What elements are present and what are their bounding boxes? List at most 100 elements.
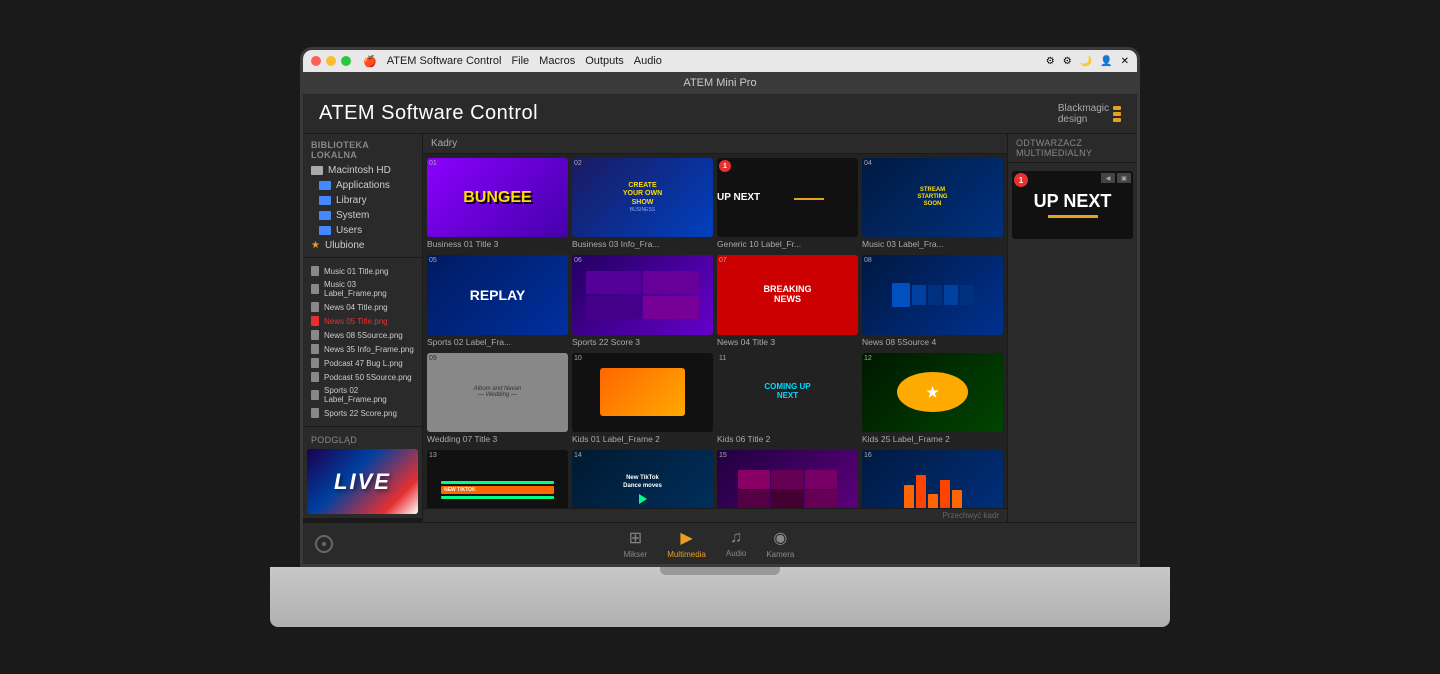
menubar-right-icons: ⚙ ⚙ 🌙 👤 ✕ bbox=[1046, 56, 1129, 67]
toolbar-item-camera[interactable]: ◉ Kamera bbox=[766, 528, 794, 559]
grid-num-7: 08 bbox=[864, 257, 872, 264]
file-icon-0 bbox=[311, 266, 319, 276]
app-title: ATEM Software Control bbox=[319, 102, 538, 125]
file-icon-4 bbox=[311, 330, 319, 340]
sidebar-item-favorites[interactable]: ★ Ulubione bbox=[303, 238, 422, 253]
grid-item-1[interactable]: 02 CREATEYOUR OWNSHOW BUSINESS Business … bbox=[572, 158, 713, 251]
sidebar-file-8[interactable]: Sports 02 Label_Frame.png bbox=[303, 384, 422, 406]
sidebar-item-users[interactable]: Users bbox=[303, 223, 422, 238]
grid-num-0: 01 bbox=[429, 160, 437, 167]
grid-thumb-11: 12 ★ bbox=[862, 353, 1003, 432]
close-button[interactable] bbox=[311, 56, 321, 66]
menubar-outputs[interactable]: Outputs bbox=[585, 55, 624, 68]
right-panel-header: Odtwarzacz multimedialny bbox=[1008, 134, 1137, 163]
grid-num-1: 02 bbox=[574, 160, 582, 167]
ctrl-btn-2[interactable]: ▣ bbox=[1117, 173, 1131, 183]
grid-item-14[interactable]: 15 Podcast 47 Bug L 3 bbox=[717, 450, 858, 508]
grid-item-15[interactable]: 16 Podcast 50 5Source 4 bbox=[862, 450, 1003, 508]
menubar-audio[interactable]: Audio bbox=[634, 55, 662, 68]
ctrl-btn-1[interactable]: ◀ bbox=[1101, 173, 1115, 183]
grid-item-4[interactable]: 05 REPLAY Sports 02 Label_Fra... bbox=[427, 255, 568, 348]
grid-label-0: Business 01 Title 3 bbox=[427, 237, 568, 251]
file-icon-2 bbox=[311, 302, 319, 312]
grid-item-6[interactable]: 07 BREAKINGNEWS News 04 Title 3 bbox=[717, 255, 858, 348]
file-icon-7 bbox=[311, 372, 319, 382]
grid-item-5[interactable]: 06 Sports 22 Score 3 bbox=[572, 255, 713, 348]
grid-num-11: 12 bbox=[864, 355, 872, 362]
grid-label-6: News 04 Title 3 bbox=[717, 335, 858, 349]
sidebar-file-label-8: Sports 02 Label_Frame.png bbox=[324, 386, 414, 404]
grid-badge-2: 1 bbox=[719, 160, 731, 172]
settings-icon[interactable] bbox=[315, 535, 333, 553]
grid-item-3[interactable]: 04 STREAMSTARTINGSOON Music 03 Label_Fra… bbox=[862, 158, 1003, 251]
preview-live-text: LIVE bbox=[334, 469, 391, 495]
sidebar-item-system[interactable]: System bbox=[303, 208, 422, 223]
grid-num-9: 10 bbox=[574, 355, 582, 362]
bungee-text: BUNGEE bbox=[463, 189, 531, 207]
grid-thumb-12: 13 NEW TIKTOK bbox=[427, 450, 568, 508]
sidebar-file-label-5: News 35 Info_Frame.png bbox=[324, 345, 414, 354]
sidebar-file-label-4: News 08 5Source.png bbox=[324, 331, 403, 340]
minimize-button[interactable] bbox=[326, 56, 336, 66]
grid-item-10[interactable]: 11 COMING UPNEXT Kids 06 Title 2 bbox=[717, 353, 858, 446]
grid-thumb-6: 07 BREAKINGNEWS bbox=[717, 255, 858, 334]
file-icon-3 bbox=[311, 316, 319, 326]
bm-icon bbox=[1113, 106, 1121, 122]
folder-icon-lib bbox=[319, 196, 331, 205]
menubar-icon2: ⚙ bbox=[1063, 56, 1072, 67]
create-sub: BUSINESS bbox=[630, 207, 655, 213]
media-grid: 01 BUNGEE Business 01 Title 3 02 CREATEY… bbox=[423, 154, 1007, 508]
menubar-icon3: 🌙 bbox=[1080, 56, 1092, 67]
grid-thumb-2: 1 UP NEXT bbox=[717, 158, 858, 237]
sidebar-file-3[interactable]: News 05 Title.png bbox=[303, 314, 422, 328]
toolbar-item-mixer[interactable]: ⊞ Mikser bbox=[624, 528, 648, 559]
grid-label-5: Sports 22 Score 3 bbox=[572, 335, 713, 349]
grid-item-8[interactable]: 09 Album and Nevan— Wedding — Wedding 07… bbox=[427, 353, 568, 446]
sidebar-divider-2 bbox=[303, 426, 422, 427]
tiktok-arrow bbox=[639, 494, 647, 504]
grid-item-2[interactable]: 1 UP NEXT Generic 10 Label_Fr... bbox=[717, 158, 858, 251]
grid-item-11[interactable]: 12 ★ Kids 25 Label_Frame 2 bbox=[862, 353, 1003, 446]
grid-item-13[interactable]: 14 New TikTokDance moves Youth 04 Label_… bbox=[572, 450, 713, 508]
grid-num-10: 11 bbox=[719, 355, 726, 362]
sidebar-item-applications[interactable]: Applications bbox=[303, 178, 422, 193]
sidebar-file-5[interactable]: News 35 Info_Frame.png bbox=[303, 342, 422, 356]
sidebar-system-label: System bbox=[336, 210, 369, 221]
sidebar-file-label-1: Music 03 Label_Frame.png bbox=[324, 280, 414, 298]
star-icon: ★ bbox=[311, 240, 320, 251]
sidebar-file-2[interactable]: News 04 Title.png bbox=[303, 300, 422, 314]
grid-thumb-7: 08 bbox=[862, 255, 1003, 334]
sidebar-file-9[interactable]: Sports 22 Score.png bbox=[303, 406, 422, 420]
sidebar-item-macintosh[interactable]: Macintosh HD bbox=[303, 163, 422, 178]
menubar-atem[interactable]: ATEM Software Control bbox=[387, 55, 502, 68]
grid-num-13: 14 bbox=[574, 452, 582, 459]
grid-item-7[interactable]: 08 News 08 5Source 4 bbox=[862, 255, 1003, 348]
breaking-text: BREAKINGNEWS bbox=[763, 285, 811, 305]
grid-item-9[interactable]: 10 Kids 01 Label_Frame 2 bbox=[572, 353, 713, 446]
sidebar-file-0[interactable]: Music 01 Title.png bbox=[303, 264, 422, 278]
sidebar-files: Music 01 Title.png Music 03 Label_Frame.… bbox=[303, 262, 422, 422]
sidebar-item-library[interactable]: Library bbox=[303, 193, 422, 208]
sidebar-file-7[interactable]: Podcast 50 5Source.png bbox=[303, 370, 422, 384]
main-layout: Biblioteka lokalna Macintosh HD Applicat… bbox=[303, 134, 1137, 522]
menubar-macros[interactable]: Macros bbox=[539, 55, 575, 68]
grid-num-8: 09 bbox=[429, 355, 437, 362]
toolbar-item-multimedia[interactable]: ▶ Multimedia bbox=[667, 528, 706, 559]
menubar-file[interactable]: File bbox=[511, 55, 529, 68]
menubar-icon1: ⚙ bbox=[1046, 56, 1055, 67]
toolbar-item-audio[interactable]: ♫ Audio bbox=[726, 529, 746, 558]
comingup-text: COMING UPNEXT bbox=[764, 383, 810, 401]
grid-item-12[interactable]: 13 NEW TIKTOK Youth 13 Label_Fra... bbox=[427, 450, 568, 508]
sidebar-file-6[interactable]: Podcast 47 Bug L.png bbox=[303, 356, 422, 370]
create-text: CREATEYOUR OWNSHOW bbox=[623, 182, 662, 207]
maximize-button[interactable] bbox=[341, 56, 351, 66]
grid-label-2: Generic 10 Label_Fr... bbox=[717, 237, 858, 251]
sidebar-file-label-6: Podcast 47 Bug L.png bbox=[324, 359, 403, 368]
titlebar: ATEM Mini Pro bbox=[303, 72, 1137, 94]
sidebar-file-4[interactable]: News 08 5Source.png bbox=[303, 328, 422, 342]
folder-icon-apps bbox=[319, 181, 331, 190]
sidebar-macintosh-label: Macintosh HD bbox=[328, 165, 391, 176]
grid-item-0[interactable]: 01 BUNGEE Business 01 Title 3 bbox=[427, 158, 568, 251]
sidebar-file-1[interactable]: Music 03 Label_Frame.png bbox=[303, 278, 422, 300]
menubar-app: 🍎 bbox=[363, 55, 377, 68]
